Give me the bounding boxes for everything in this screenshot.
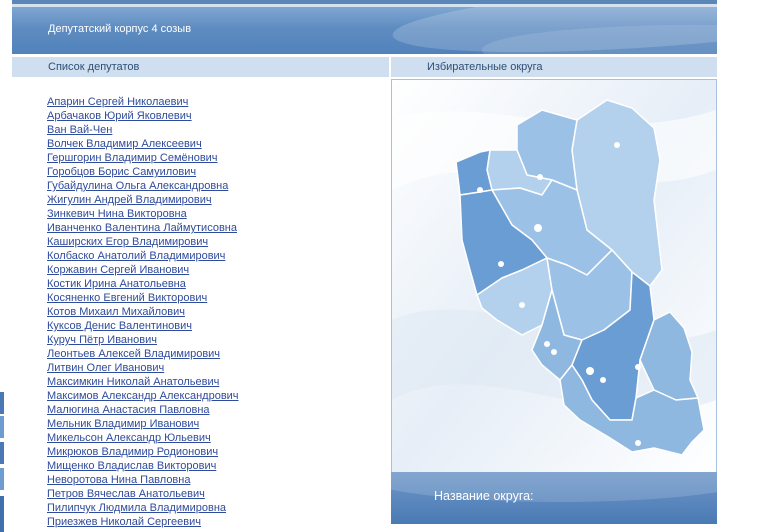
deputy-link[interactable]: Приезжев Николай Сергеевич — [47, 516, 201, 528]
city-marker[interactable] — [534, 224, 542, 232]
side-tab[interactable] — [0, 416, 4, 438]
city-marker[interactable] — [519, 302, 525, 308]
district-name-panel: Название округа: — [391, 472, 717, 524]
districts-column-header: Избирательные округа — [391, 57, 717, 77]
deputy-list-item: Мищенко Владислав Викторович — [47, 457, 239, 472]
deputy-list-item: Зинкевич Нина Викторовна — [47, 205, 239, 220]
deputy-list-item: Костик Ирина Анатольевна — [47, 275, 239, 290]
deputy-list-item: Максимов Александр Александрович — [47, 387, 239, 402]
deputy-list-item: Приезжев Николай Сергеевич — [47, 513, 239, 528]
map-svg — [392, 80, 716, 472]
side-tab[interactable] — [0, 496, 4, 532]
deputies-column-title: Список депутатов — [48, 61, 140, 73]
page-title: Депутатский корпус 4 созыв — [48, 23, 192, 35]
deputy-list-item: Косяненко Евгений Викторович — [47, 289, 239, 304]
deputy-list: Апарин Сергей Николаевич Арбачаков Юрий Я… — [47, 93, 239, 528]
deputy-list-item: Литвин Олег Иванович — [47, 359, 239, 374]
deputy-list-item: Губайдулина Ольга Александровна — [47, 177, 239, 192]
deputy-list-item: Мельник Владимир Иванович — [47, 415, 239, 430]
side-tab[interactable] — [0, 442, 4, 464]
deputy-list-item: Леонтьев Алексей Владимирович — [47, 345, 239, 360]
city-marker[interactable] — [498, 261, 504, 267]
deputy-list-item: Коржавин Сергей Иванович — [47, 261, 239, 276]
deputies-column-header: Список депутатов — [12, 57, 389, 77]
deputy-list-item: Куруч Пётр Иванович — [47, 331, 239, 346]
deputy-list-item: Малюгина Анастасия Павловна — [47, 401, 239, 416]
city-marker[interactable] — [635, 440, 641, 446]
city-marker[interactable] — [586, 367, 594, 375]
deputy-list-item: Каширских Егор Владимирович — [47, 233, 239, 248]
deputy-list-item: Пилипчук Людмила Владимировна — [47, 499, 239, 514]
deputy-list-item: Неворотова Нина Павловна — [47, 471, 239, 486]
deputy-list-item: Микрюков Владимир Родионович — [47, 443, 239, 458]
deputy-list-item: Жигулин Андрей Владимирович — [47, 191, 239, 206]
deputy-list-item: Микельсон Александр Юльевич — [47, 429, 239, 444]
deputy-list-item: Иванченко Валентина Лаймутисовна — [47, 219, 239, 234]
page-header: Депутатский корпус 4 созыв — [12, 7, 717, 54]
city-marker[interactable] — [551, 349, 557, 355]
district-map — [391, 79, 717, 473]
districts-column-title: Избирательные округа — [427, 61, 543, 73]
deputy-list-item: Горобцов Борис Самуилович — [47, 163, 239, 178]
city-marker[interactable] — [477, 187, 483, 193]
deputy-list-item: Котов Михаил Михайлович — [47, 303, 239, 318]
deputy-list-item: Гершгорин Владимир Семёнович — [47, 149, 239, 164]
district-name-label: Название округа: — [434, 489, 534, 503]
side-tab[interactable] — [0, 468, 4, 490]
city-marker[interactable] — [544, 341, 550, 347]
city-marker[interactable] — [537, 174, 543, 180]
deputy-list-item: Колбаско Анатолий Владимирович — [47, 247, 239, 262]
deputy-list-item: Куксов Денис Валентинович — [47, 317, 239, 332]
deputy-list-item: Максимкин Николай Анатольевич — [47, 373, 239, 388]
deputy-list-item: Волчек Владимир Алексеевич — [47, 135, 239, 150]
deputy-list-item: Арбачаков Юрий Яковлевич — [47, 107, 239, 122]
deputy-list-item: Апарин Сергей Николаевич — [47, 93, 239, 108]
city-marker[interactable] — [614, 142, 620, 148]
deputy-list-item: Ван Вай-Чен — [47, 121, 239, 136]
deputy-list-item: Петров Вячеслав Анатольевич — [47, 485, 239, 500]
city-marker[interactable] — [635, 364, 641, 370]
side-tab[interactable] — [0, 392, 4, 414]
city-marker[interactable] — [600, 377, 606, 383]
